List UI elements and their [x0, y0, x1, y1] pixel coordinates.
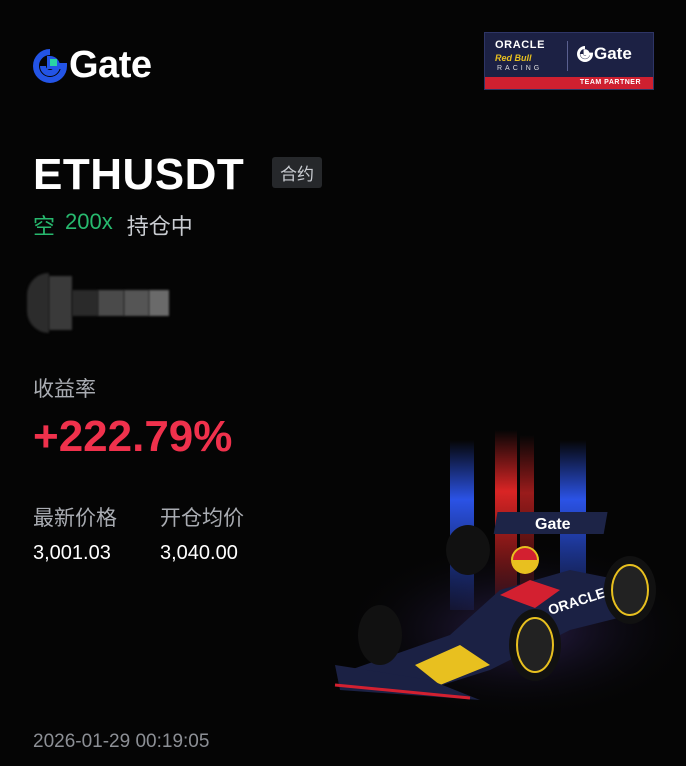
position-side: 空	[33, 214, 56, 239]
trading-pair: ETHUSDT	[33, 150, 245, 199]
gate-logo: Gate	[33, 44, 152, 87]
team-partner-badge: ORACLE Red Bull RACING Gate TEAM PARTNER	[484, 32, 654, 90]
gate-logo-icon	[577, 46, 593, 62]
return-rate-label: 收益率	[33, 378, 96, 401]
gate-logo-icon	[33, 48, 67, 83]
brand-name: Gate	[69, 44, 152, 86]
oracle-text: ORACLE	[495, 39, 546, 51]
partner-divider	[567, 41, 568, 71]
partner-gate-text: Gate	[594, 44, 632, 63]
position-info: 空 200x 持仓中	[33, 209, 193, 241]
blurred-username	[27, 272, 169, 334]
entry-price-label: 开仓均价	[160, 507, 244, 530]
entry-price-value: 3,040.00	[160, 542, 238, 564]
team-partner-band: TEAM PARTNER	[485, 77, 653, 89]
timestamp: 2026-01-29 00:19:05	[33, 731, 210, 752]
f1-car-illustration: Gate ORACLE	[334, 430, 686, 720]
racing-text: RACING	[497, 65, 543, 72]
last-price-label: 最新价格	[33, 507, 117, 530]
partner-gate-logo: Gate	[577, 44, 632, 64]
position-status: 持仓中	[126, 214, 193, 239]
leverage: 200x	[65, 209, 113, 234]
contract-tag: 合约	[272, 157, 322, 188]
return-rate-value: +222.79%	[33, 412, 233, 461]
red-bull-text: Red Bull	[495, 53, 532, 63]
svg-text:Gate: Gate	[535, 516, 571, 533]
last-price-value: 3,001.03	[33, 542, 111, 564]
